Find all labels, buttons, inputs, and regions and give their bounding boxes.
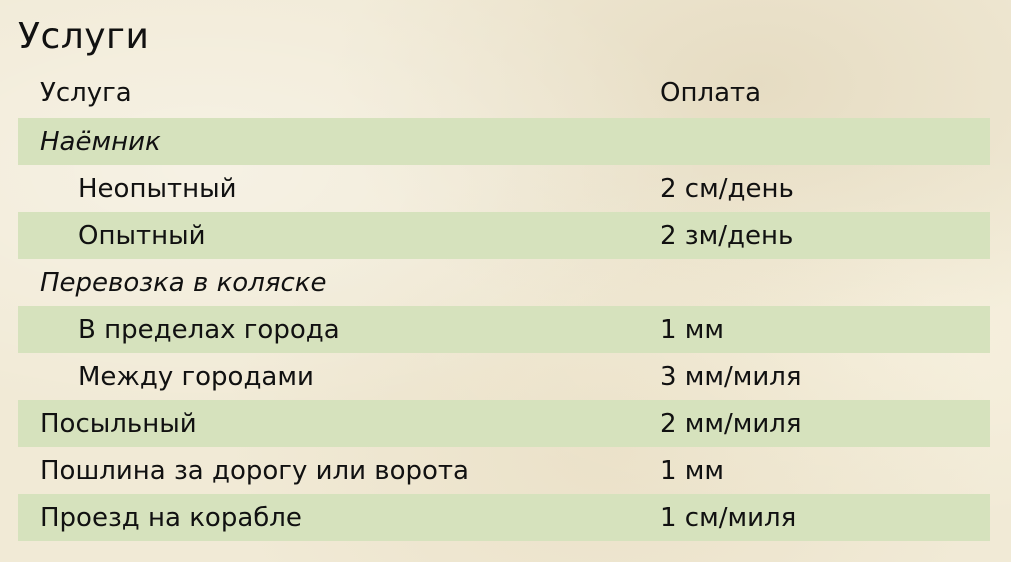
price-cell [660, 118, 990, 165]
table-row: Пошлина за дорогу или ворота 1 мм [18, 447, 990, 494]
table-row: Наёмник [18, 118, 990, 165]
table-row: Опытный 2 зм/день [18, 212, 990, 259]
page-title: Услуги [18, 16, 150, 57]
service-cell: Опытный [78, 220, 206, 251]
table-row: Между городами 3 мм/миля [18, 353, 990, 400]
service-cell: В пределах города [78, 314, 340, 345]
service-cell: Перевозка в коляске [40, 267, 327, 298]
service-cell: Наёмник [40, 126, 161, 157]
table-row: В пределах города 1 мм [18, 306, 990, 353]
price-cell: 2 зм/день [660, 220, 794, 251]
table-row: Неопытный 2 см/день [18, 165, 990, 212]
price-cell [660, 259, 990, 306]
table-row: Посыльный 2 мм/миля [18, 400, 990, 447]
column-header-price: Оплата [660, 78, 762, 108]
table-header-row: Услуга Оплата [18, 68, 990, 118]
price-cell: 3 мм/миля [660, 361, 802, 392]
price-cell: 2 мм/миля [660, 408, 802, 439]
price-cell: 2 см/день [660, 173, 794, 204]
service-cell: Посыльный [40, 408, 197, 439]
service-cell: Проезд на корабле [40, 502, 302, 533]
service-cell: Между городами [78, 361, 314, 392]
price-cell: 1 см/миля [660, 502, 797, 533]
service-cell: Пошлина за дорогу или ворота [40, 455, 469, 486]
table-row: Проезд на корабле 1 см/миля [18, 494, 990, 541]
column-header-service: Услуга [40, 78, 132, 108]
service-cell: Неопытный [78, 173, 237, 204]
table-row: Перевозка в коляске [18, 259, 990, 306]
price-cell: 1 мм [660, 455, 725, 486]
price-cell: 1 мм [660, 314, 725, 345]
services-table: Услуга Оплата Наёмник Неопытный 2 см/ден… [18, 68, 990, 541]
